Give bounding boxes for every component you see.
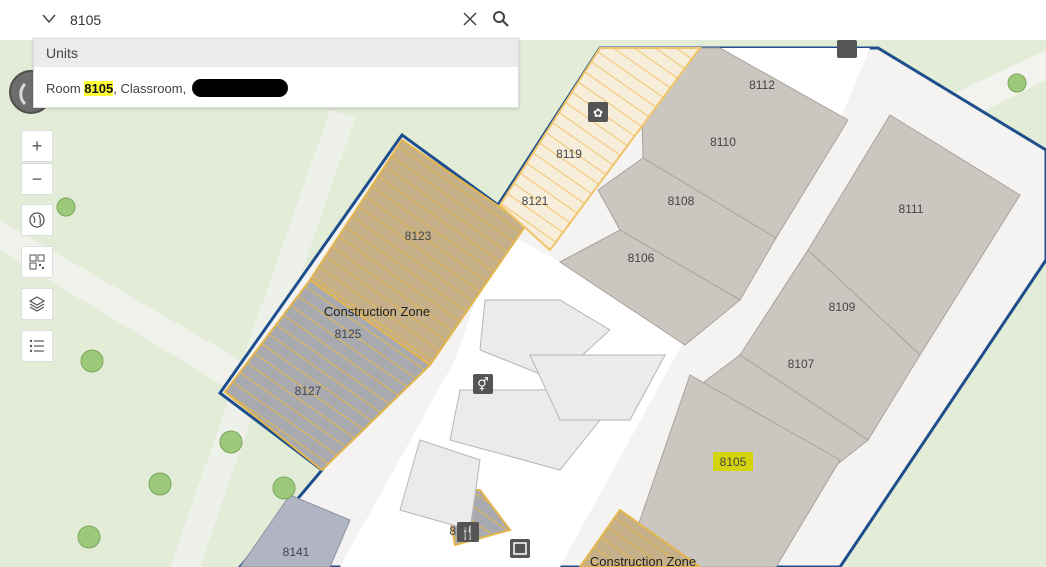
- minus-icon: −: [31, 168, 43, 189]
- room-label-8106: 8106: [628, 251, 655, 265]
- stairs-icon: [837, 40, 857, 58]
- search-bar: [0, 0, 1046, 40]
- room-label-8105: 8105: [720, 455, 747, 469]
- close-icon: [463, 12, 477, 26]
- qr-button[interactable]: [21, 246, 53, 278]
- legend-button[interactable]: [21, 330, 53, 362]
- search-input[interactable]: [70, 8, 450, 32]
- zoom-in-button[interactable]: +: [21, 130, 53, 162]
- search-icon: [493, 11, 509, 27]
- room-label-8121: 8121: [522, 194, 549, 208]
- qr-code-icon: [29, 254, 45, 270]
- search-suggestions: Units Room 8105, Classroom,: [33, 38, 519, 108]
- elevator-icon: [510, 539, 530, 558]
- dining-icon: 🍴: [457, 522, 479, 542]
- room-label-8119: 8119: [556, 147, 582, 161]
- svg-text:⚥: ⚥: [477, 377, 489, 393]
- zoom-out-button[interactable]: −: [21, 163, 53, 195]
- layers-button[interactable]: [21, 288, 53, 320]
- suggestion-match: 8105: [84, 81, 114, 96]
- room-label-8123: 8123: [405, 229, 432, 243]
- room-label-8112: 8112: [749, 78, 775, 92]
- layers-icon: [28, 296, 46, 312]
- globe-icon: [29, 212, 45, 228]
- room-label-8109: 8109: [829, 300, 856, 314]
- room-label-8127: 8127: [295, 384, 322, 398]
- room-label-8111: 8111: [899, 202, 924, 216]
- room-label-8110: 8110: [710, 135, 736, 149]
- suggestion-item[interactable]: Room 8105, Classroom,: [34, 67, 518, 107]
- plant-icon: ✿: [588, 102, 608, 122]
- svg-text:✿: ✿: [593, 106, 603, 120]
- search-source-dropdown[interactable]: [38, 8, 60, 30]
- caret-down-icon: [42, 14, 56, 24]
- room-label-8107: 8107: [788, 357, 815, 371]
- suggestion-group-header: Units: [34, 39, 518, 67]
- list-icon: [29, 339, 44, 353]
- clear-search-button[interactable]: [460, 9, 480, 29]
- room-label-8125: 8125: [335, 327, 362, 341]
- svg-text:🍴: 🍴: [460, 525, 476, 541]
- room-label-8108: 8108: [668, 194, 695, 208]
- restroom-icon: ⚥: [473, 374, 493, 394]
- home-globe-button[interactable]: [21, 204, 53, 236]
- plus-icon: +: [31, 135, 43, 156]
- room-label-8141: 8141: [283, 545, 310, 559]
- construction-zone-label-2: Construction Zone: [590, 554, 696, 567]
- redacted-text: [191, 79, 288, 97]
- search-button[interactable]: [490, 8, 512, 30]
- construction-zone-label: Construction Zone: [324, 304, 430, 319]
- suggestion-suffix: , Classroom,: [113, 81, 190, 96]
- suggestion-prefix: Room: [46, 81, 85, 96]
